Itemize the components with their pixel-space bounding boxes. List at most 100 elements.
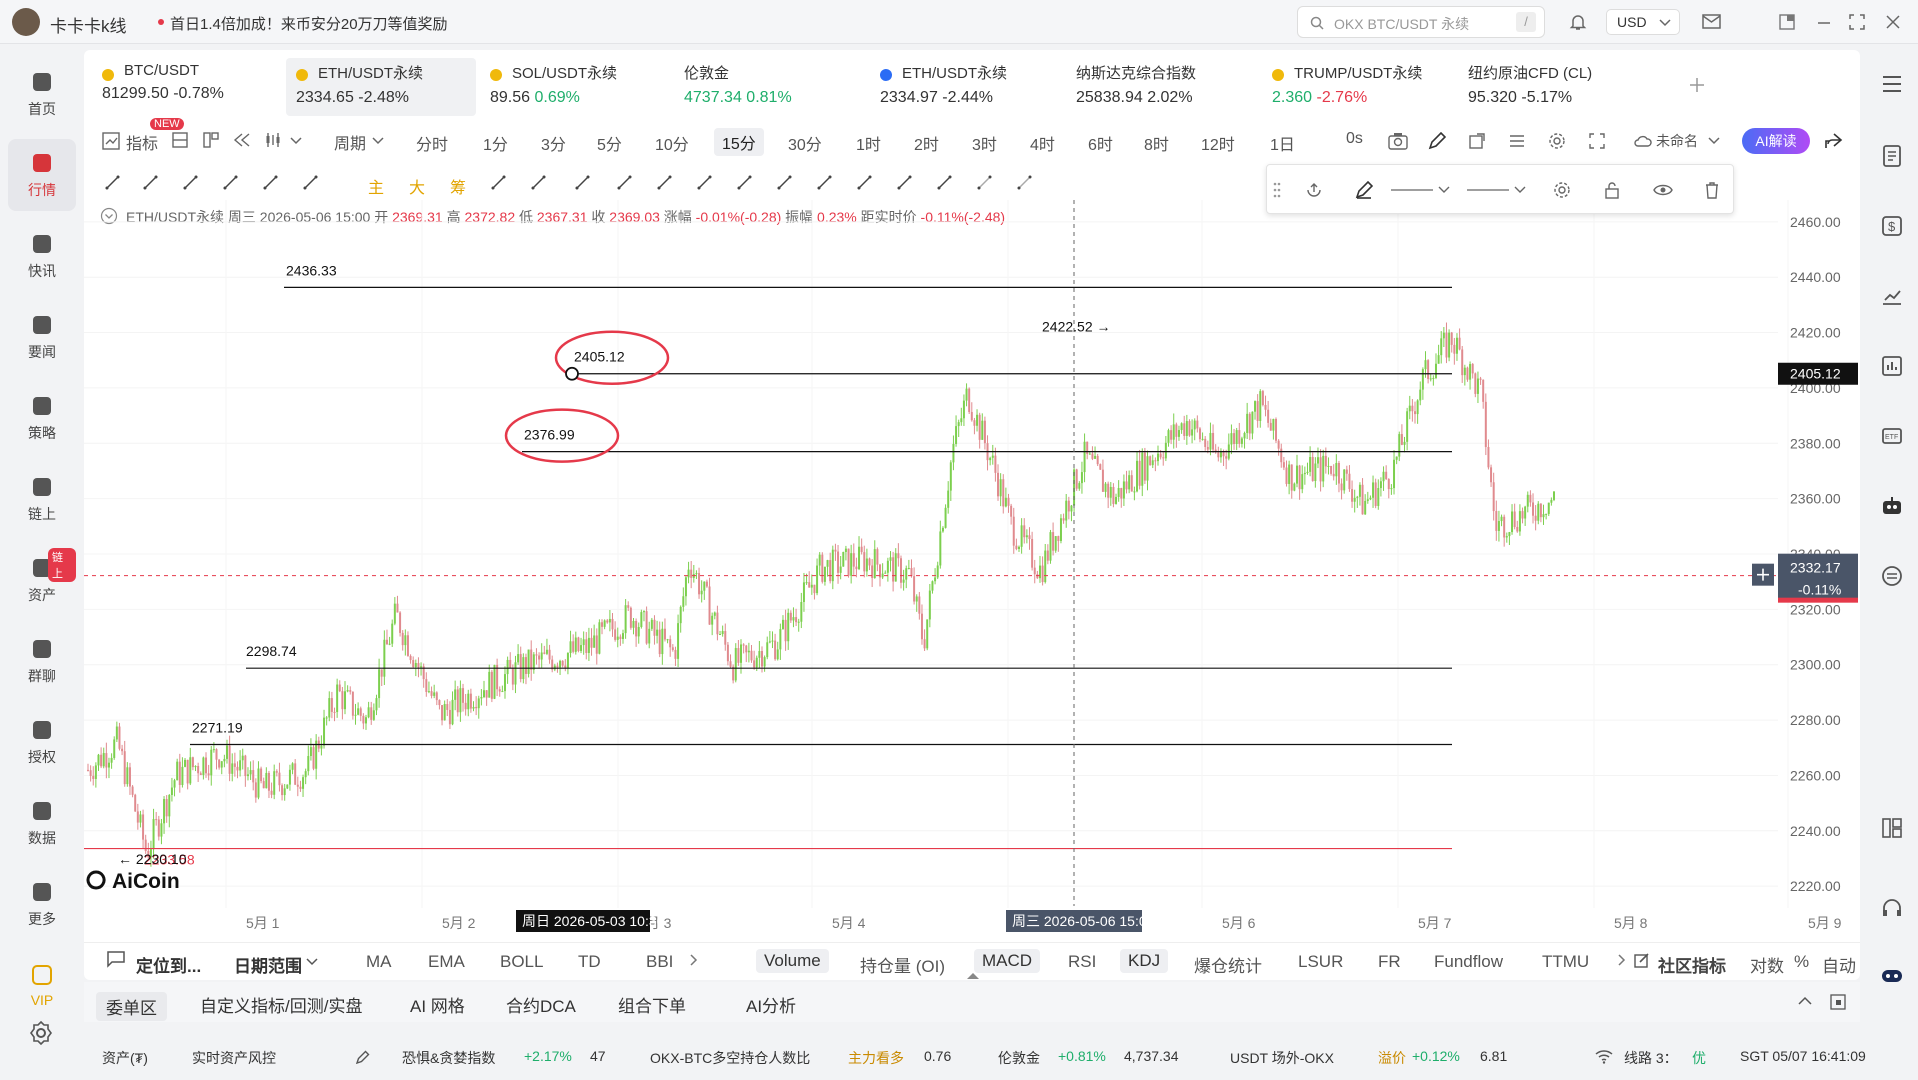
magnet-icon[interactable] — [736, 174, 754, 192]
layout-name[interactable]: 未命名 — [1656, 131, 1698, 151]
period-select[interactable]: 周期 — [334, 130, 366, 154]
interval-8[interactable]: 2时 — [914, 131, 939, 155]
log-toggle[interactable]: 对数 — [1750, 952, 1784, 977]
bot-icon[interactable] — [1880, 494, 1904, 518]
filter-icon[interactable] — [896, 174, 914, 192]
chevron-right-icon[interactable] — [1618, 954, 1626, 966]
sidebar-item-8[interactable]: 授权 — [8, 706, 76, 778]
interval-2[interactable]: 3分 — [541, 131, 566, 155]
ray-tool-icon[interactable] — [302, 174, 320, 192]
line-width-select[interactable] — [1465, 181, 1529, 199]
arrow-tool-icon[interactable] — [262, 174, 280, 192]
ai-button[interactable]: AI解读 — [1742, 128, 1810, 154]
sub-indicator-3[interactable]: RSI — [1068, 952, 1096, 972]
edit-icon[interactable] — [1634, 952, 1650, 968]
currency-select[interactable]: USD — [1606, 9, 1680, 35]
window-pin-icon[interactable] — [1778, 13, 1796, 31]
headset-icon[interactable] — [1880, 896, 1904, 920]
price-chart[interactable]: 2460.002440.002420.002400.002380.002360.… — [84, 200, 1860, 940]
interval-12[interactable]: 8时 — [1144, 131, 1169, 155]
sub-indicator-9[interactable]: TTMU — [1542, 952, 1589, 972]
trash-icon[interactable] — [936, 174, 954, 192]
auto-toggle[interactable]: 自动 — [1822, 952, 1856, 977]
indicator-icon[interactable] — [102, 132, 120, 150]
zoom-icon[interactable] — [656, 174, 674, 192]
eye-icon[interactable] — [1653, 182, 1673, 198]
bar-chart-icon[interactable] — [1880, 354, 1904, 378]
rewind-icon[interactable] — [233, 132, 251, 148]
chevron-up-icon[interactable] — [1798, 996, 1812, 1006]
candle-style-icon[interactable] — [264, 132, 282, 148]
sub-indicator-0[interactable]: Volume — [756, 949, 829, 973]
sub-indicator-4[interactable]: KDJ — [1120, 949, 1169, 973]
compare-icon[interactable] — [203, 132, 219, 148]
sidebar-item-7[interactable]: 群聊 — [8, 625, 76, 697]
pencil-icon[interactable] — [1355, 181, 1373, 199]
interval-7[interactable]: 1时 — [856, 131, 881, 155]
community-indicator-button[interactable]: 社区指标 — [1658, 952, 1726, 977]
pattern-tool-icon[interactable] — [222, 174, 240, 192]
copy-icon[interactable] — [574, 174, 592, 192]
interval-14[interactable]: 1日 — [1270, 131, 1295, 155]
lock-icon[interactable] — [776, 174, 794, 192]
rect-tool-icon[interactable] — [182, 174, 200, 192]
interval-6[interactable]: 30分 — [788, 131, 822, 155]
ticker-6[interactable]: TRUMP/USDT永续 2.360 -2.76% — [1262, 58, 1452, 116]
date-range-button[interactable]: 日期范围 — [234, 952, 302, 977]
ticker-2[interactable]: SOL/USDT永续 89.56 0.69% — [480, 58, 670, 116]
fib-tool-icon[interactable] — [530, 174, 548, 192]
sub-indicator-5[interactable]: 爆仓统计 — [1194, 952, 1262, 977]
layout-icon[interactable] — [1880, 816, 1904, 840]
main-indicator-0[interactable]: MA — [366, 952, 392, 972]
sub-indicator-8[interactable]: Fundflow — [1434, 952, 1503, 972]
panel-tab-0[interactable]: 委单区 — [96, 992, 167, 1021]
gear-icon[interactable] — [1553, 181, 1571, 199]
line-style-select[interactable] — [1389, 181, 1453, 199]
template-icon[interactable] — [816, 174, 834, 192]
sidebar-item-10[interactable]: 更多 — [8, 868, 76, 940]
locate-button[interactable]: 定位到... — [136, 952, 201, 977]
ticker-1[interactable]: ETH/USDT永续 2334.65 -2.48% — [286, 58, 476, 116]
sidebar-item-9[interactable]: 数据 — [8, 787, 76, 859]
camera-icon[interactable] — [1388, 132, 1408, 150]
share-icon[interactable] — [1824, 132, 1844, 150]
minimize-icon[interactable] — [1815, 13, 1833, 31]
main-indicator-3[interactable]: TD — [578, 952, 601, 972]
interval-11[interactable]: 6时 — [1088, 131, 1113, 155]
trash-icon[interactable] — [1703, 181, 1721, 199]
popout-icon[interactable] — [1830, 994, 1846, 1010]
redo-icon[interactable] — [1016, 174, 1034, 192]
percent-toggle[interactable]: % — [1794, 952, 1809, 972]
sidebar-item-11[interactable]: VIP — [8, 949, 76, 1021]
panel-tab-4[interactable]: 组合下单 — [618, 992, 686, 1017]
channel-tool-icon[interactable] — [490, 174, 508, 192]
sub-indicator-7[interactable]: FR — [1378, 952, 1401, 972]
trend-icon[interactable] — [1880, 284, 1904, 308]
sub-indicator-1[interactable]: 持仓量 (OI) — [860, 952, 945, 977]
interval-3[interactable]: 5分 — [597, 131, 622, 155]
interval-1[interactable]: 1分 — [483, 131, 508, 155]
interval-9[interactable]: 3时 — [972, 131, 997, 155]
close-icon[interactable] — [1884, 13, 1902, 31]
link-icon[interactable] — [616, 174, 634, 192]
dollar-icon[interactable]: $ — [1880, 214, 1904, 238]
new-window-icon[interactable] — [1468, 132, 1486, 150]
add-ticker-icon[interactable] — [1688, 76, 1706, 94]
layout-grid-icon[interactable] — [172, 132, 188, 148]
etf-icon[interactable]: ETF — [1880, 424, 1904, 448]
collapse-up-icon[interactable] — [966, 972, 980, 980]
maximize-icon[interactable] — [1848, 13, 1866, 31]
search-input[interactable]: OKX BTC/USDT 永续 / — [1297, 6, 1545, 38]
hide-icon[interactable] — [856, 174, 874, 192]
main-indicator-2[interactable]: BOLL — [500, 952, 543, 972]
ticker-5[interactable]: 纳斯达克综合指数 25838.94 2.02% — [1066, 58, 1256, 116]
draw-tool-text-0[interactable]: 主 — [368, 174, 384, 198]
interval-4[interactable]: 10分 — [655, 131, 689, 155]
pencil-icon[interactable] — [1428, 132, 1446, 150]
chevron-right-icon[interactable] — [690, 954, 698, 966]
ticker-4[interactable]: ETH/USDT永续 2334.97 -2.44% — [870, 58, 1060, 116]
cloud-icon[interactable] — [1634, 134, 1652, 148]
locate-icon[interactable] — [106, 950, 126, 968]
list-icon[interactable] — [1880, 72, 1904, 96]
draw-tool-text-2[interactable]: 筹 — [450, 174, 466, 198]
